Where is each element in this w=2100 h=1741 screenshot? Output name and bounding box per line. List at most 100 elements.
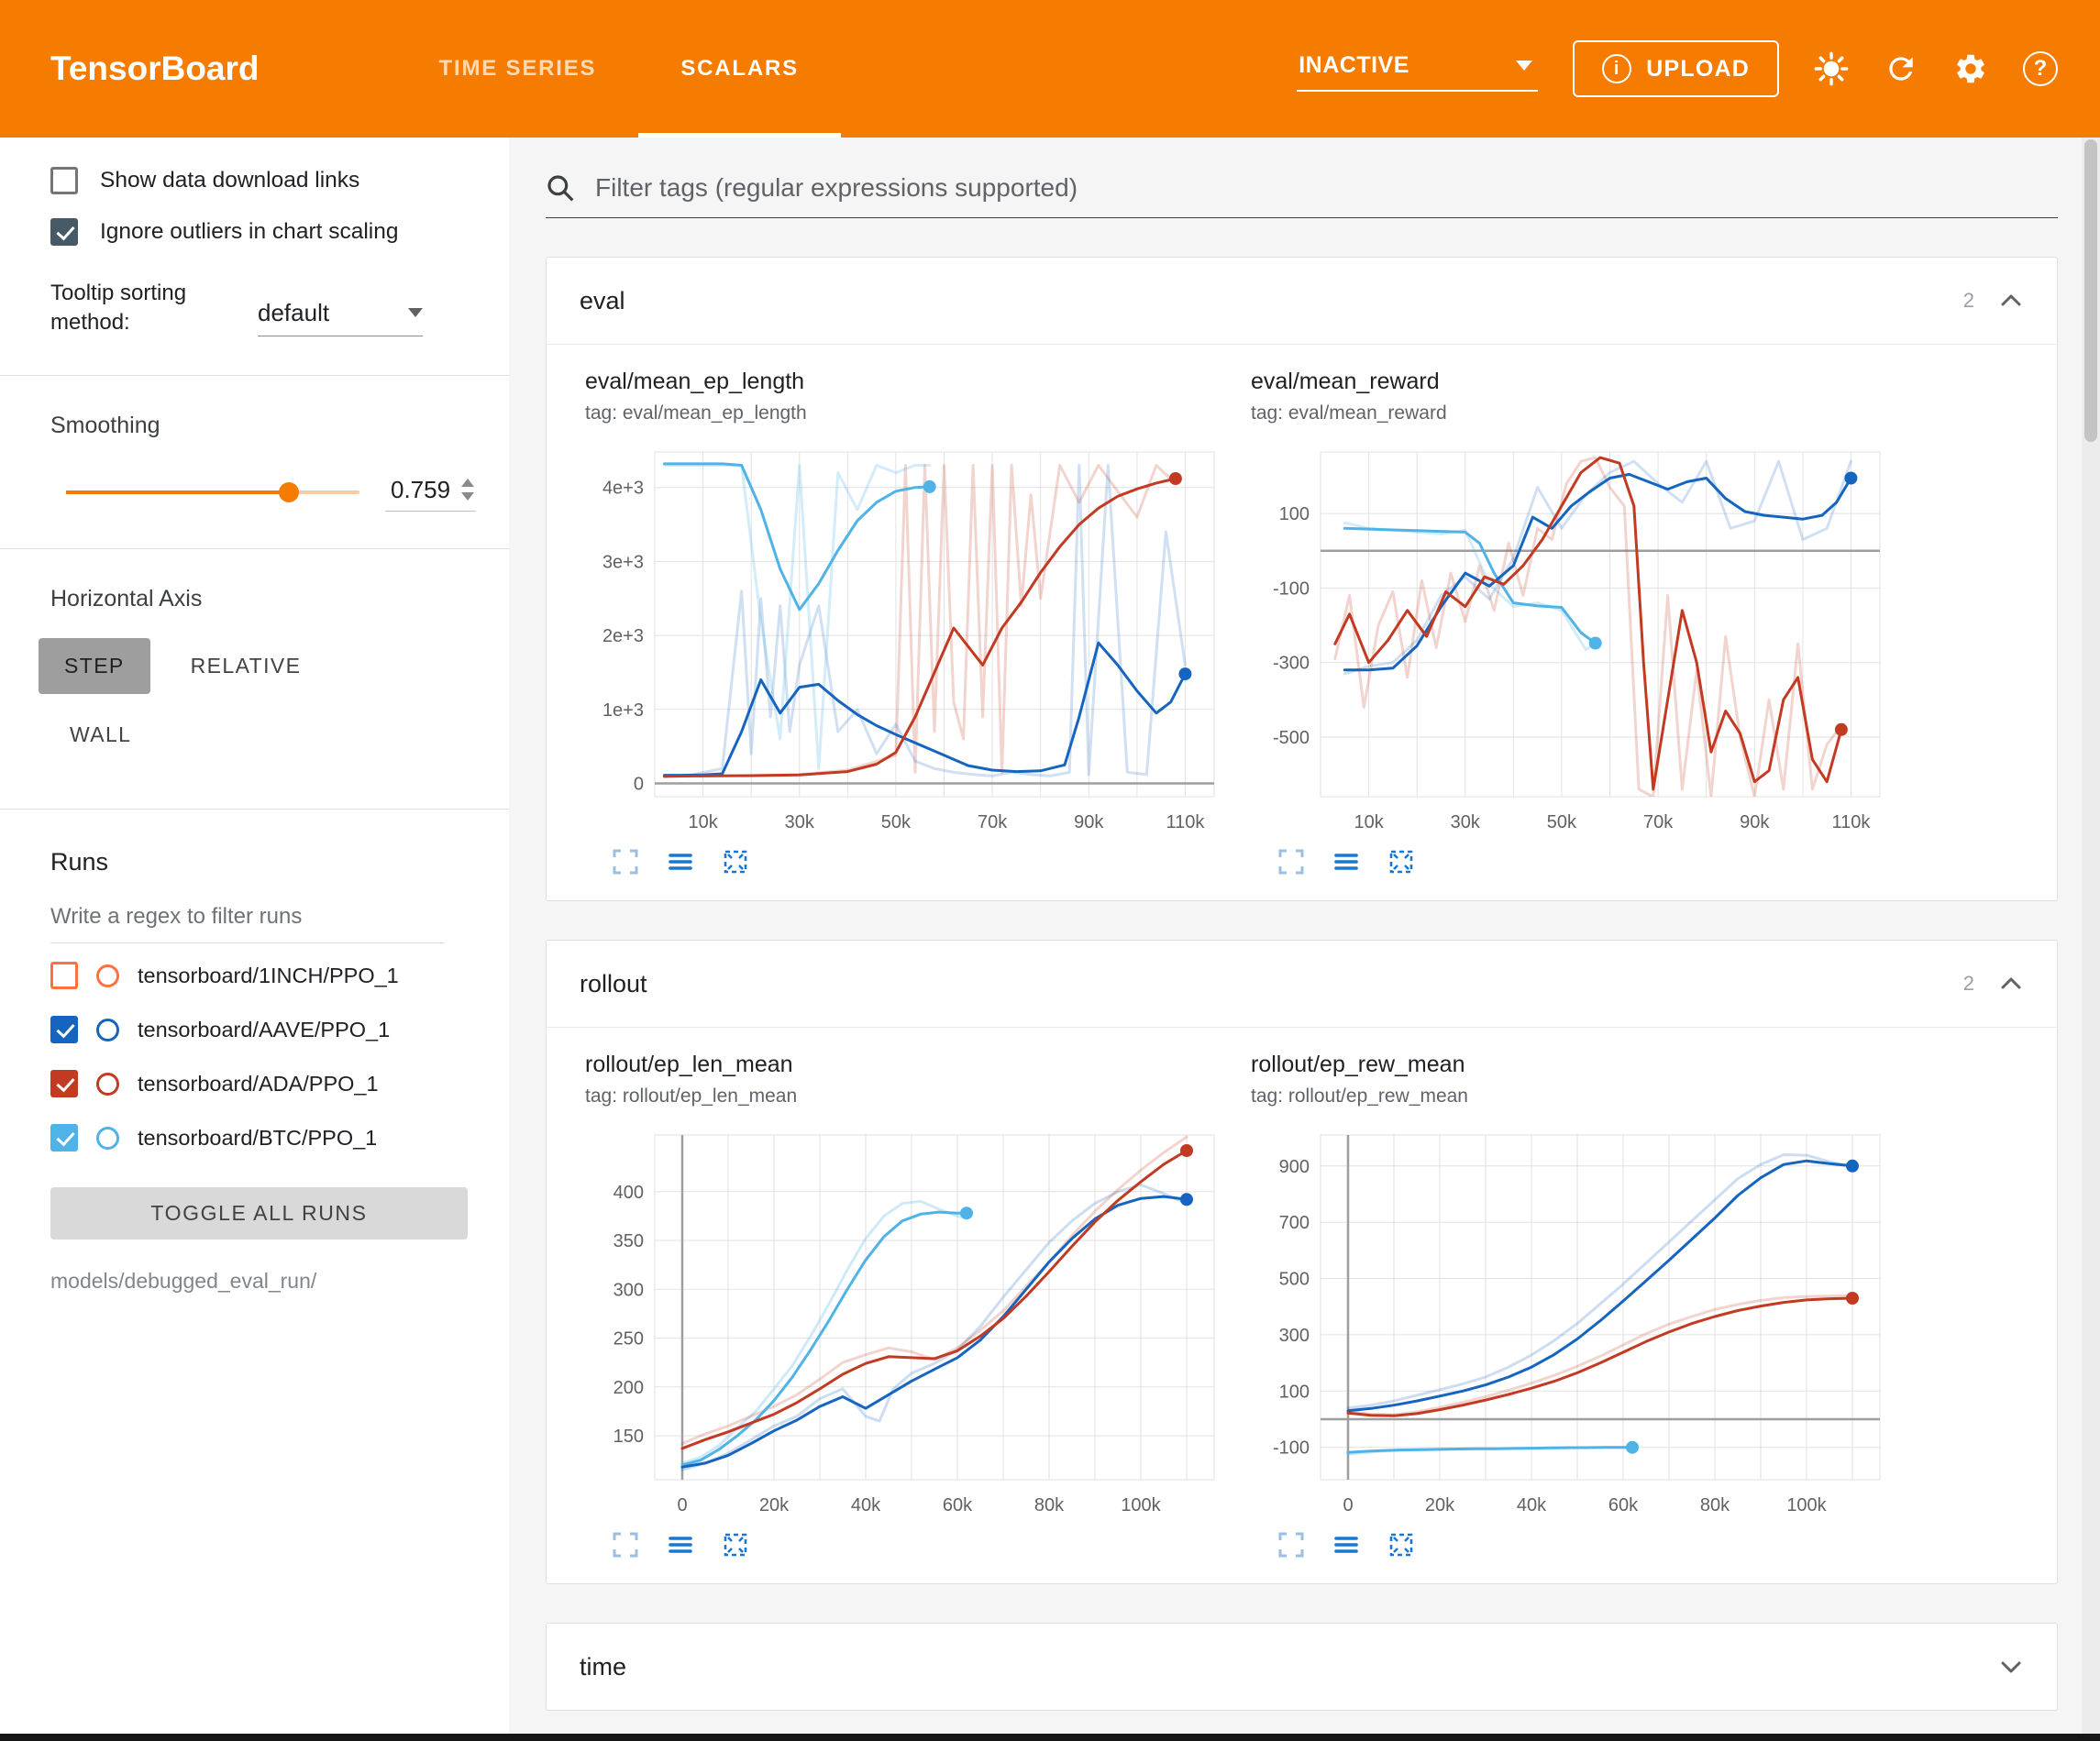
data-table-icon[interactable] — [1332, 847, 1361, 876]
help-icon[interactable]: ? — [2023, 51, 2058, 86]
run-checkbox[interactable] — [50, 1124, 78, 1151]
svg-text:700: 700 — [1279, 1213, 1310, 1233]
svg-text:60k: 60k — [943, 1495, 973, 1515]
fit-domain-icon[interactable] — [721, 1530, 750, 1559]
svg-text:90k: 90k — [1074, 812, 1104, 832]
line-chart[interactable]: 020k40k60k80k100k150200250300350400 — [585, 1122, 1227, 1528]
tab-time-series[interactable]: TIME SERIES — [397, 0, 639, 138]
chart-rollout-ep-rew-mean: rollout/ep_rew_mean tag: rollout/ep_rew_… — [1251, 1052, 1893, 1559]
checkbox-checked-icon[interactable] — [50, 218, 78, 246]
divider — [0, 809, 509, 810]
brightness-icon[interactable] — [1814, 51, 1849, 86]
section-title: time — [580, 1653, 626, 1681]
svg-text:150: 150 — [613, 1427, 644, 1447]
run-label: tensorboard/1INCH/PPO_1 — [138, 964, 399, 988]
expand-chart-icon[interactable] — [1277, 1530, 1306, 1559]
horizontal-axis-label: Horizontal Axis — [50, 586, 509, 612]
svg-text:110k: 110k — [1166, 812, 1205, 832]
section-count: 2 — [1963, 289, 1974, 313]
number-spinner — [450, 479, 474, 501]
run-label: tensorboard/ADA/PPO_1 — [138, 1072, 379, 1096]
smoothing-slider[interactable] — [66, 490, 359, 494]
chevron-up-icon[interactable] — [1998, 971, 2024, 997]
section-count: 2 — [1963, 972, 1974, 996]
chart-title: rollout/ep_rew_mean — [1251, 1052, 1893, 1078]
section-time-header[interactable]: time — [547, 1624, 2057, 1710]
svg-text:900: 900 — [1279, 1157, 1310, 1177]
refresh-icon[interactable] — [1884, 51, 1918, 86]
expand-chart-icon[interactable] — [611, 847, 640, 876]
app-logo: TensorBoard — [50, 50, 260, 88]
section-eval: eval 2 eval/mean_ep_length tag: eval/mea… — [546, 257, 2058, 901]
axis-wall-button[interactable]: WALL — [44, 707, 157, 763]
svg-text:10k: 10k — [688, 812, 718, 832]
line-chart[interactable]: 10k30k50k70k90k110k100-100-300-500 — [1251, 439, 1893, 845]
smoothing-value-input[interactable]: 0.759 — [385, 474, 476, 512]
axis-step-button[interactable]: STEP — [39, 638, 150, 694]
chart-tag: tag: eval/mean_reward — [1251, 402, 1893, 424]
run-row-1inch[interactable]: tensorboard/1INCH/PPO_1 — [50, 949, 509, 1003]
tag-filter-input[interactable] — [593, 172, 2058, 204]
svg-text:-300: -300 — [1273, 654, 1310, 674]
chevron-down-icon[interactable] — [1998, 1654, 2024, 1680]
spinner-up-icon[interactable] — [461, 479, 474, 487]
runs-filter-input[interactable] — [50, 904, 445, 943]
tooltip-sorting-dropdown[interactable]: default — [258, 299, 423, 336]
data-table-icon[interactable] — [666, 847, 695, 876]
chevron-down-icon — [1516, 61, 1532, 71]
run-row-ada[interactable]: tensorboard/ADA/PPO_1 — [50, 1057, 509, 1111]
section-eval-header[interactable]: eval 2 — [547, 258, 2057, 345]
chart-actions — [1251, 847, 1893, 876]
toggle-all-runs-button[interactable]: TOGGLE ALL RUNS — [50, 1187, 468, 1240]
axis-relative-button[interactable]: RELATIVE — [165, 638, 327, 694]
section-time: time — [546, 1623, 2058, 1711]
spinner-down-icon[interactable] — [461, 492, 474, 501]
fit-domain-icon[interactable] — [1387, 847, 1416, 876]
svg-text:-100: -100 — [1273, 1438, 1310, 1459]
section-rollout-header[interactable]: rollout 2 — [547, 941, 2057, 1028]
data-table-icon[interactable] — [666, 1530, 695, 1559]
svg-text:0: 0 — [1343, 1495, 1353, 1515]
axis-button-row: STEP RELATIVE — [39, 638, 509, 694]
run-checkbox[interactable] — [50, 1070, 78, 1097]
chevron-up-icon[interactable] — [1998, 288, 2024, 314]
run-checkbox[interactable] — [50, 962, 78, 989]
window-bottom-edge — [0, 1734, 2100, 1741]
chart-title: eval/mean_reward — [1251, 369, 1893, 395]
checkbox-unchecked-icon[interactable] — [50, 167, 78, 194]
svg-text:400: 400 — [613, 1183, 644, 1203]
fit-domain-icon[interactable] — [1387, 1530, 1416, 1559]
tooltip-sorting-value: default — [258, 299, 329, 327]
sidebar: Show data download links Ignore outliers… — [0, 138, 509, 1734]
run-color-circle — [96, 1073, 119, 1096]
data-table-icon[interactable] — [1332, 1530, 1361, 1559]
run-row-btc[interactable]: tensorboard/BTC/PPO_1 — [50, 1111, 509, 1165]
svg-text:0: 0 — [634, 775, 644, 795]
upload-button[interactable]: i UPLOAD — [1573, 40, 1779, 97]
svg-text:10k: 10k — [1354, 812, 1384, 832]
svg-text:70k: 70k — [978, 812, 1008, 832]
scrollbar-thumb[interactable] — [2084, 139, 2097, 442]
expand-chart-icon[interactable] — [1277, 847, 1306, 876]
vertical-scrollbar[interactable] — [2082, 138, 2100, 1734]
svg-text:3e+3: 3e+3 — [602, 552, 644, 572]
line-chart[interactable]: 10k30k50k70k90k110k01e+32e+33e+34e+3 — [585, 439, 1227, 845]
chart-tag: tag: rollout/ep_len_mean — [585, 1085, 1227, 1107]
tab-scalars[interactable]: SCALARS — [638, 0, 841, 138]
run-checkbox[interactable] — [50, 1016, 78, 1043]
run-row-aave[interactable]: tensorboard/AAVE/PPO_1 — [50, 1003, 509, 1057]
line-chart[interactable]: 020k40k60k80k100k900700500300100-100 — [1251, 1122, 1893, 1528]
svg-text:500: 500 — [1279, 1270, 1310, 1290]
status-dropdown[interactable]: INACTIVE — [1297, 47, 1538, 92]
settings-gear-icon[interactable] — [1953, 51, 1988, 86]
chevron-down-icon — [408, 308, 423, 317]
runs-title: Runs — [50, 848, 509, 876]
fit-domain-icon[interactable] — [721, 847, 750, 876]
slider-thumb[interactable] — [279, 482, 299, 502]
expand-chart-icon[interactable] — [611, 1530, 640, 1559]
svg-text:30k: 30k — [1451, 812, 1481, 832]
show-download-links-label: Show data download links — [100, 168, 359, 193]
show-download-links-checkbox-row[interactable]: Show data download links — [50, 167, 509, 194]
ignore-outliers-checkbox-row[interactable]: Ignore outliers in chart scaling — [50, 218, 509, 246]
chart-eval-mean-ep-length: eval/mean_ep_length tag: eval/mean_ep_le… — [585, 369, 1227, 876]
